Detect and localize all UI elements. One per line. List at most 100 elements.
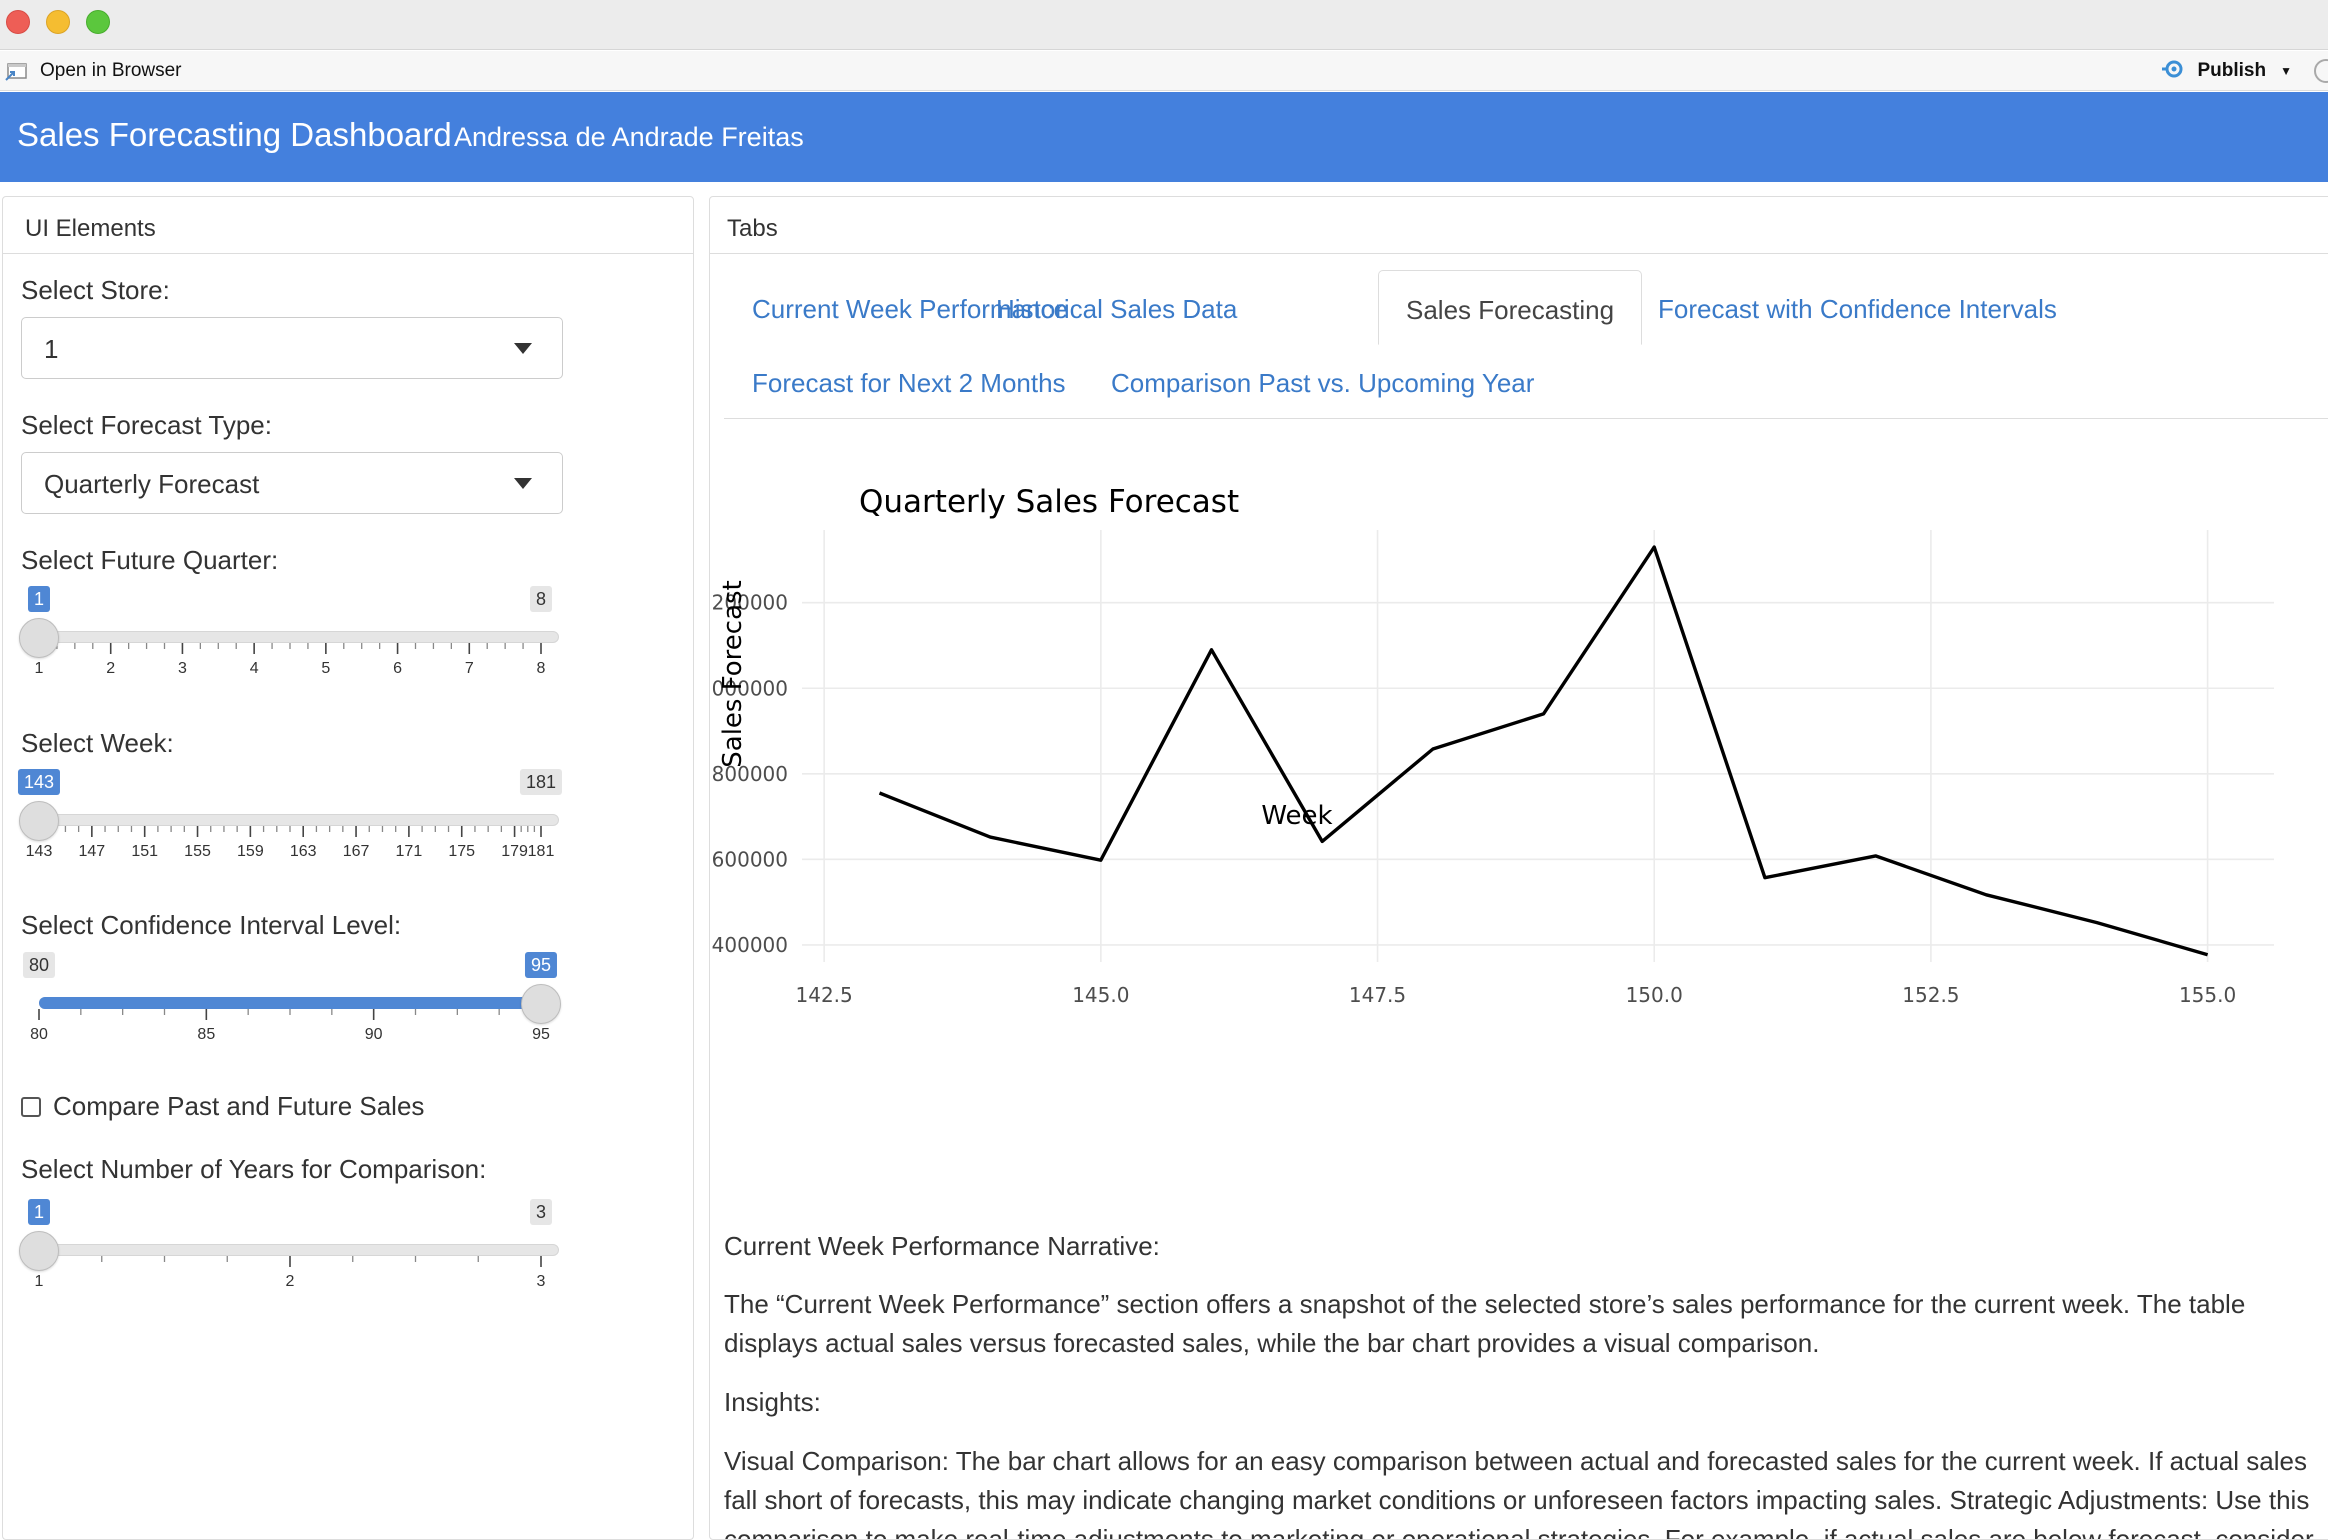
window-titlebar bbox=[0, 0, 2328, 50]
publish-button[interactable]: Publish ▼ bbox=[2161, 57, 2292, 85]
narrative-paragraph-1: The “Current Week Performance” section o… bbox=[724, 1289, 2246, 1358]
slider-tick-label: 4 bbox=[250, 660, 259, 677]
slider-tick-label: 151 bbox=[131, 843, 158, 860]
narrative-heading: Current Week Performance Narrative: bbox=[724, 1231, 1160, 1261]
tab-sales-forecasting[interactable]: Sales Forecasting bbox=[1378, 270, 1643, 345]
future-quarter-label: Select Future Quarter: bbox=[21, 545, 279, 575]
compare-past-future-checkbox[interactable] bbox=[21, 1096, 41, 1117]
forecast-type-label: Select Forecast Type: bbox=[21, 410, 272, 440]
chart-title: Quarterly Sales Forecast bbox=[859, 484, 1239, 520]
x-tick-label: 145.0 bbox=[1072, 983, 1129, 1007]
slider-handle[interactable] bbox=[521, 984, 561, 1024]
forecast-type-select-value: Quarterly Forecast bbox=[44, 469, 260, 499]
sales-forecast-line bbox=[878, 545, 2209, 957]
x-axis-label: Week bbox=[1261, 801, 1332, 831]
slider-min-badge: 80 bbox=[22, 952, 56, 978]
compare-past-future-checkbox-row[interactable]: Compare Past and Future Sales bbox=[21, 1091, 424, 1122]
compare-past-future-label: Compare Past and Future Sales bbox=[53, 1091, 425, 1121]
slider-value-badge: 1 bbox=[27, 586, 51, 612]
x-tick-label: 152.5 bbox=[1902, 983, 1959, 1007]
confidence-level-label: Select Confidence Interval Level: bbox=[21, 910, 402, 940]
chevron-down-icon[interactable]: ▼ bbox=[2280, 64, 2292, 78]
confidence-level-slider[interactable]: 80 85 90 95 80 95 bbox=[21, 952, 567, 1063]
slider-tick-label: 90 bbox=[365, 1026, 383, 1043]
slider-ticks: 1 2 3 bbox=[35, 1256, 546, 1290]
tab-forecast-confidence-intervals[interactable]: Forecast with Confidence Intervals bbox=[1658, 294, 2057, 325]
slider-ticks: 1 2 3 4 5 6 7 8 bbox=[35, 643, 546, 677]
tab-comparison-past-upcoming[interactable]: Comparison Past vs. Upcoming Year bbox=[1111, 368, 1534, 399]
years-comparison-label: Select Number of Years for Comparison: bbox=[21, 1154, 487, 1184]
slider-tick-label: 85 bbox=[197, 1026, 215, 1043]
forecast-type-select[interactable]: Quarterly Forecast bbox=[21, 452, 563, 514]
slider-tick-label: 95 bbox=[532, 1026, 550, 1043]
publish-icon bbox=[2161, 57, 2187, 85]
slider-value-badge: 143 bbox=[17, 769, 61, 795]
chevron-down-icon bbox=[514, 343, 532, 354]
publish-label: Publish bbox=[2197, 60, 2267, 81]
slider-tick-label: 163 bbox=[290, 843, 317, 860]
slider-tick-label: 2 bbox=[286, 1273, 295, 1290]
app-navbar: Sales Forecasting Dashboard Andressa de … bbox=[0, 92, 2328, 182]
slider-tick-label: 8 bbox=[537, 660, 546, 677]
slider-tick-label: 6 bbox=[393, 660, 402, 677]
y-tick-label: 1400000 bbox=[710, 933, 788, 957]
y-tick-label: 1600000 bbox=[710, 847, 788, 871]
minimize-window-button[interactable] bbox=[46, 10, 70, 34]
zoom-window-button[interactable] bbox=[86, 10, 110, 34]
viewer-toolbar: Open in Browser Publish ▼ bbox=[0, 51, 2328, 91]
open-in-browser-button[interactable]: Open in Browser bbox=[4, 57, 182, 85]
slider-value-badge: 1 bbox=[27, 1199, 51, 1225]
slider-tick-label: 3 bbox=[537, 1273, 546, 1290]
close-window-button[interactable] bbox=[6, 10, 30, 34]
slider-tick-label: 1 bbox=[35, 660, 44, 677]
y-axis-label: Sales Forecast bbox=[718, 580, 748, 767]
slider-handle[interactable] bbox=[19, 801, 59, 841]
store-label: Select Store: bbox=[21, 275, 170, 305]
week-slider[interactable]: 143 147 151 155 159 163 167 171 175 179 181 181 143 bbox=[17, 769, 567, 880]
slider-track[interactable] bbox=[39, 1244, 559, 1256]
slider-tick-label: 147 bbox=[78, 843, 105, 860]
refresh-icon[interactable] bbox=[2314, 59, 2328, 83]
slider-tick-label: 3 bbox=[178, 660, 187, 677]
slider-tick-label: 181 bbox=[528, 843, 555, 860]
slider-track[interactable] bbox=[39, 814, 559, 826]
x-tick-label: 142.5 bbox=[796, 983, 853, 1007]
chart-points bbox=[879, 547, 2208, 955]
slider-tick-label: 2 bbox=[106, 660, 115, 677]
store-select[interactable]: 1 bbox=[21, 317, 563, 379]
sales-forecast-chart: Quarterly Sales Forecast 142.5 145.0 147.5… bbox=[710, 484, 2274, 1007]
ui-elements-panel: UI Elements Select Store: 1 Select Forec… bbox=[2, 196, 694, 1540]
tab-divider bbox=[724, 418, 2328, 419]
store-select-value: 1 bbox=[44, 334, 59, 364]
slider-ticks: 143 147 151 155 159 163 167 171 175 179 181 bbox=[26, 826, 555, 860]
x-tick-label: 150.0 bbox=[1626, 983, 1683, 1007]
tabs-heading: Tabs bbox=[710, 197, 2328, 254]
slider-handle[interactable] bbox=[19, 618, 59, 658]
slider-tick-label: 143 bbox=[26, 843, 53, 860]
x-tick-label: 147.5 bbox=[1349, 983, 1406, 1007]
tab-forecast-next-2-months[interactable]: Forecast for Next 2 Months bbox=[752, 368, 1066, 399]
insights-heading: Insights: bbox=[724, 1387, 821, 1417]
app-author: Andressa de Andrade Freitas bbox=[454, 122, 804, 152]
slider-tick-label: 175 bbox=[448, 843, 475, 860]
slider-tick-label: 167 bbox=[343, 843, 370, 860]
slider-max-badge: 181 bbox=[519, 769, 563, 795]
slider-tick-label: 171 bbox=[396, 843, 423, 860]
slider-track[interactable] bbox=[39, 631, 559, 643]
slider-max-badge: 8 bbox=[529, 586, 553, 612]
tab-historical-sales-data[interactable]: Historical Sales Data bbox=[996, 294, 1237, 325]
slider-value-badge: 95 bbox=[524, 952, 558, 978]
chart-grid bbox=[802, 530, 2274, 962]
slider-fill bbox=[39, 997, 541, 1009]
slider-tick-label: 179 bbox=[501, 843, 528, 860]
slider-handle[interactable] bbox=[19, 1231, 59, 1271]
chevron-down-icon bbox=[514, 478, 532, 489]
slider-tick-label: 159 bbox=[237, 843, 264, 860]
slider-tick-label: 80 bbox=[30, 1026, 48, 1043]
slider-tick-label: 155 bbox=[184, 843, 211, 860]
open-browser-icon bbox=[4, 60, 30, 82]
app-title: Sales Forecasting Dashboard bbox=[17, 116, 452, 153]
week-label: Select Week: bbox=[21, 728, 174, 758]
years-comparison-slider[interactable]: 1 2 3 3 1 bbox=[19, 1199, 567, 1310]
future-quarter-slider[interactable]: 1 2 3 4 5 6 7 8 8 1 bbox=[19, 586, 567, 697]
